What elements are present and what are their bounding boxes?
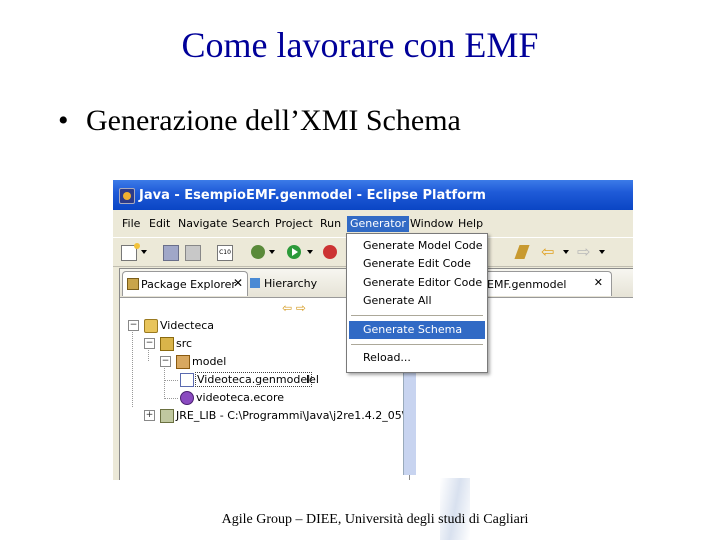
menu-generator[interactable]: Generator [347, 216, 409, 232]
tree-label: JRE_LIB - C:\Programmi\Java\j2re1.4.2_05… [176, 409, 427, 422]
menu-project[interactable]: Project [272, 216, 316, 232]
decorative-stripe [440, 478, 470, 540]
save-icon[interactable] [163, 245, 179, 261]
collapse-icon[interactable]: − [160, 356, 171, 367]
slide-footer: Agile Group – DIEE, Università degli stu… [221, 512, 529, 527]
menu-search[interactable]: Search [229, 216, 273, 232]
bullet-dot: • [58, 104, 69, 137]
source-folder-icon [160, 337, 174, 351]
close-icon[interactable]: ✕ [233, 276, 243, 290]
chevron-down-icon[interactable] [307, 250, 313, 254]
eclipse-icon [119, 188, 135, 204]
scrollbar[interactable] [403, 365, 416, 475]
new-wizard-icon[interactable] [121, 243, 140, 261]
window-titlebar[interactable]: Java - EsempioEMF.genmodel - Eclipse Pla… [113, 180, 633, 210]
window-title: Java - EsempioEMF.genmodel - Eclipse Pla… [139, 188, 486, 203]
bullet-point: • Generazione dell’XMI Schema [58, 104, 461, 138]
new-class-icon[interactable]: C10 [217, 245, 233, 261]
tree-label: Videoteca.genmodel [194, 372, 313, 387]
editor-tab-genmodel[interactable]: EMF.genmodel ✕ [470, 271, 612, 296]
debug-icon[interactable] [251, 245, 265, 259]
menu-item-generate-all[interactable]: Generate All [349, 292, 485, 310]
external-tools-icon[interactable] [323, 245, 337, 259]
tab-label: Hierarchy [264, 277, 318, 290]
menu-separator [351, 344, 483, 345]
collapse-icon[interactable]: − [144, 338, 155, 349]
menu-item-generate-model-code[interactable]: Generate Model Code [349, 237, 485, 255]
ecore-file-icon [180, 391, 194, 405]
bullet-text: Generazione dell’XMI Schema [86, 104, 461, 137]
collapse-icon[interactable]: − [128, 320, 139, 331]
project-folder-icon [144, 319, 158, 333]
tab-label: Package Explorer [141, 278, 236, 291]
expand-icon[interactable]: + [144, 410, 155, 421]
menubar: File Edit Navigate Search Project Run Ge… [113, 213, 633, 233]
eclipse-screenshot: Java - EsempioEMF.genmodel - Eclipse Pla… [113, 180, 633, 480]
menu-item-generate-edit-code[interactable]: Generate Edit Code [349, 255, 485, 273]
menu-help[interactable]: Help [455, 216, 486, 232]
menu-window[interactable]: Window [407, 216, 456, 232]
brush-icon[interactable] [514, 245, 530, 259]
tree-label: model [192, 355, 227, 368]
chevron-down-icon[interactable] [269, 250, 275, 254]
forward-arrow-icon[interactable]: ⇨ [577, 244, 591, 260]
print-icon[interactable] [185, 245, 201, 261]
back-arrow-icon[interactable]: ⇦ [541, 244, 555, 260]
tab-package-explorer[interactable]: Package Explorer ✕ [122, 271, 248, 296]
tree-label: src [176, 337, 193, 350]
hierarchy-icon [250, 278, 260, 288]
close-icon[interactable]: ✕ [594, 276, 603, 289]
menu-item-reload[interactable]: Reload... [349, 349, 485, 367]
slide-title: Come lavorare con EMF [181, 25, 539, 65]
tree-label: Videcteca [160, 319, 215, 332]
run-icon[interactable] [287, 245, 301, 259]
chevron-down-icon[interactable] [141, 250, 147, 254]
menu-file[interactable]: File [119, 216, 143, 232]
menu-run[interactable]: Run [317, 216, 344, 232]
editor-tab-label: EMF.genmodel [487, 278, 567, 291]
menu-item-generate-schema[interactable]: Generate Schema [349, 321, 485, 339]
generator-menu: Generate Model Code Generate Edit Code G… [346, 233, 488, 373]
package-explorer-icon [127, 278, 139, 290]
package-icon [176, 355, 190, 369]
tree-label-overflow: lel [306, 373, 319, 386]
view-nav-arrows[interactable]: ⇦ ⇨ [282, 301, 306, 315]
menu-edit[interactable]: Edit [146, 216, 173, 232]
chevron-down-icon[interactable] [599, 250, 605, 254]
genmodel-file-icon [180, 373, 194, 387]
menu-navigate[interactable]: Navigate [175, 216, 230, 232]
library-jar-icon [160, 409, 174, 423]
menu-separator [351, 315, 483, 316]
chevron-down-icon[interactable] [563, 250, 569, 254]
menu-item-generate-editor-code[interactable]: Generate Editor Code [349, 274, 485, 292]
tree-label: videoteca.ecore [196, 391, 285, 404]
